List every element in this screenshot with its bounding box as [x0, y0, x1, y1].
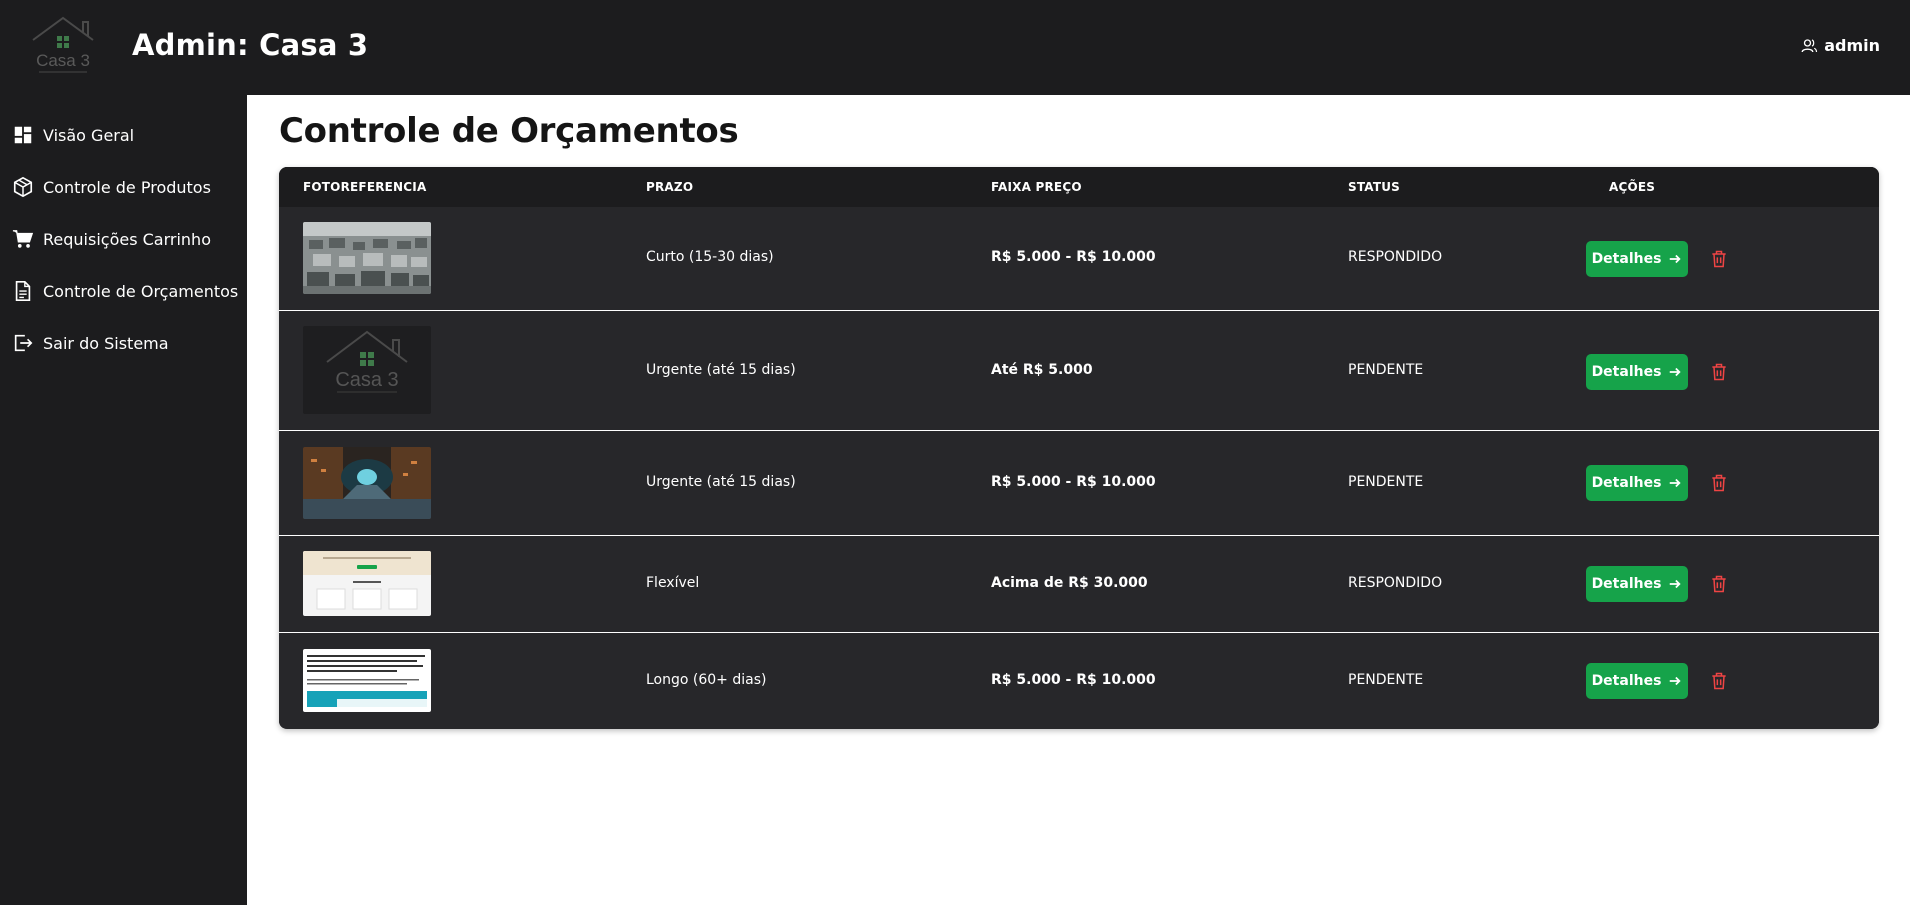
- details-button[interactable]: Detalhes: [1586, 663, 1688, 699]
- dashboard-icon: [12, 124, 34, 146]
- app-title: Admin: Casa 3: [132, 28, 369, 62]
- budgets-table: FOTOREFERENCIA PRAZO FAIXA PREÇO STATUS …: [279, 167, 1879, 729]
- arrow-right-icon: [1670, 676, 1682, 686]
- sidebar-item-produtos[interactable]: Controle de Produtos: [0, 161, 247, 213]
- column-header-faixa: FAIXA PREÇO: [991, 180, 1082, 194]
- delete-button[interactable]: [1707, 360, 1731, 384]
- details-button-label: Detalhes: [1591, 251, 1662, 267]
- prazo-cell: Longo (60+ dias): [646, 672, 767, 688]
- status-cell: PENDENTE: [1348, 474, 1424, 490]
- sidebar-item-label: Sair do Sistema: [43, 333, 169, 353]
- details-button-label: Detalhes: [1591, 475, 1662, 491]
- box-icon: [12, 176, 34, 198]
- table-header: FOTOREFERENCIA PRAZO FAIXA PREÇO STATUS …: [279, 167, 1879, 207]
- details-button[interactable]: Detalhes: [1586, 465, 1688, 501]
- sidebar-item-sair[interactable]: Sair do Sistema: [0, 317, 247, 369]
- status-cell: PENDENTE: [1348, 672, 1424, 688]
- trash-icon: [1712, 672, 1726, 690]
- logout-icon: [12, 332, 34, 354]
- top-header: Casa 3 Admin: Casa 3 admin: [0, 0, 1910, 95]
- prazo-cell: Urgente (até 15 dias): [646, 362, 796, 378]
- table-row: Casa 3 Urgente (até 15 dias) Até R$ 5.00…: [279, 311, 1879, 431]
- scifi-tunnel-image[interactable]: [303, 447, 431, 519]
- column-header-prazo: PRAZO: [646, 180, 694, 194]
- user-menu[interactable]: admin: [1800, 36, 1880, 55]
- trash-icon: [1712, 474, 1726, 492]
- sidebar: Visão Geral Controle de Produtos Requisi…: [0, 95, 247, 905]
- details-button[interactable]: Detalhes: [1586, 354, 1688, 390]
- faixa-preco-cell: Até R$ 5.000: [991, 362, 1093, 378]
- faixa-preco-cell: R$ 5.000 - R$ 10.000: [991, 672, 1156, 688]
- svg-text:Casa 3: Casa 3: [36, 51, 90, 70]
- status-cell: RESPONDIDO: [1348, 249, 1443, 265]
- page-title: Controle de Orçamentos: [279, 111, 739, 151]
- trash-icon: [1712, 250, 1726, 268]
- prazo-cell: Flexível: [646, 575, 700, 591]
- user-icon: [1801, 38, 1818, 52]
- arrow-right-icon: [1670, 367, 1682, 377]
- table-row: Curto (15-30 dias) R$ 5.000 - R$ 10.000 …: [279, 207, 1879, 311]
- arrow-right-icon: [1670, 478, 1682, 488]
- faixa-preco-cell: Acima de R$ 30.000: [991, 575, 1148, 591]
- sidebar-item-label: Visão Geral: [43, 125, 135, 145]
- trash-icon: [1712, 363, 1726, 381]
- table-row: Flexível Acima de R$ 30.000 RESPONDIDO D…: [279, 536, 1879, 633]
- prazo-cell: Urgente (até 15 dias): [646, 474, 796, 490]
- logo-house-icon: Casa 3: [32, 16, 94, 73]
- svg-text:Casa 3: Casa 3: [335, 369, 398, 391]
- details-button[interactable]: Detalhes: [1586, 566, 1688, 602]
- column-header-status: STATUS: [1348, 180, 1401, 194]
- arrow-right-icon: [1670, 579, 1682, 589]
- sidebar-item-orcamentos[interactable]: Controle de Orçamentos: [0, 265, 247, 317]
- details-button-label: Detalhes: [1591, 364, 1662, 380]
- sidebar-item-label: Controle de Orçamentos: [43, 281, 239, 301]
- table-row: Longo (60+ dias) R$ 5.000 - R$ 10.000 PE…: [279, 633, 1879, 728]
- delete-button[interactable]: [1707, 247, 1731, 271]
- sidebar-item-label: Requisições Carrinho: [43, 229, 211, 249]
- table-row: Urgente (até 15 dias) R$ 5.000 - R$ 10.0…: [279, 431, 1879, 536]
- document-screenshot[interactable]: [303, 649, 431, 712]
- sidebar-item-visao-geral[interactable]: Visão Geral: [0, 109, 247, 161]
- faixa-preco-cell: R$ 5.000 - R$ 10.000: [991, 474, 1156, 490]
- trash-icon: [1712, 575, 1726, 593]
- column-header-foto: FOTOREFERENCIA: [303, 180, 427, 194]
- status-cell: RESPONDIDO: [1348, 575, 1443, 591]
- casa3-logo-image[interactable]: Casa 3: [303, 326, 431, 414]
- village-aerial-photo[interactable]: [303, 222, 431, 294]
- main-content: Controle de Orçamentos FOTOREFERENCIA PR…: [247, 95, 1910, 905]
- faixa-preco-cell: R$ 5.000 - R$ 10.000: [991, 249, 1156, 265]
- website-screenshot[interactable]: [303, 551, 431, 616]
- column-header-acoes: AÇÕES: [1609, 180, 1656, 194]
- status-cell: PENDENTE: [1348, 362, 1424, 378]
- document-icon: [12, 280, 34, 302]
- prazo-cell: Curto (15-30 dias): [646, 249, 774, 265]
- cart-icon: [12, 228, 34, 250]
- sidebar-item-label: Controle de Produtos: [43, 177, 211, 197]
- arrow-right-icon: [1670, 254, 1682, 264]
- delete-button[interactable]: [1707, 669, 1731, 693]
- delete-button[interactable]: [1707, 572, 1731, 596]
- sidebar-item-requisicoes[interactable]: Requisições Carrinho: [0, 213, 247, 265]
- details-button-label: Detalhes: [1591, 673, 1662, 689]
- casa3-logo[interactable]: Casa 3: [27, 14, 99, 78]
- delete-button[interactable]: [1707, 471, 1731, 495]
- user-name: admin: [1824, 36, 1880, 55]
- details-button[interactable]: Detalhes: [1586, 241, 1688, 277]
- details-button-label: Detalhes: [1591, 576, 1662, 592]
